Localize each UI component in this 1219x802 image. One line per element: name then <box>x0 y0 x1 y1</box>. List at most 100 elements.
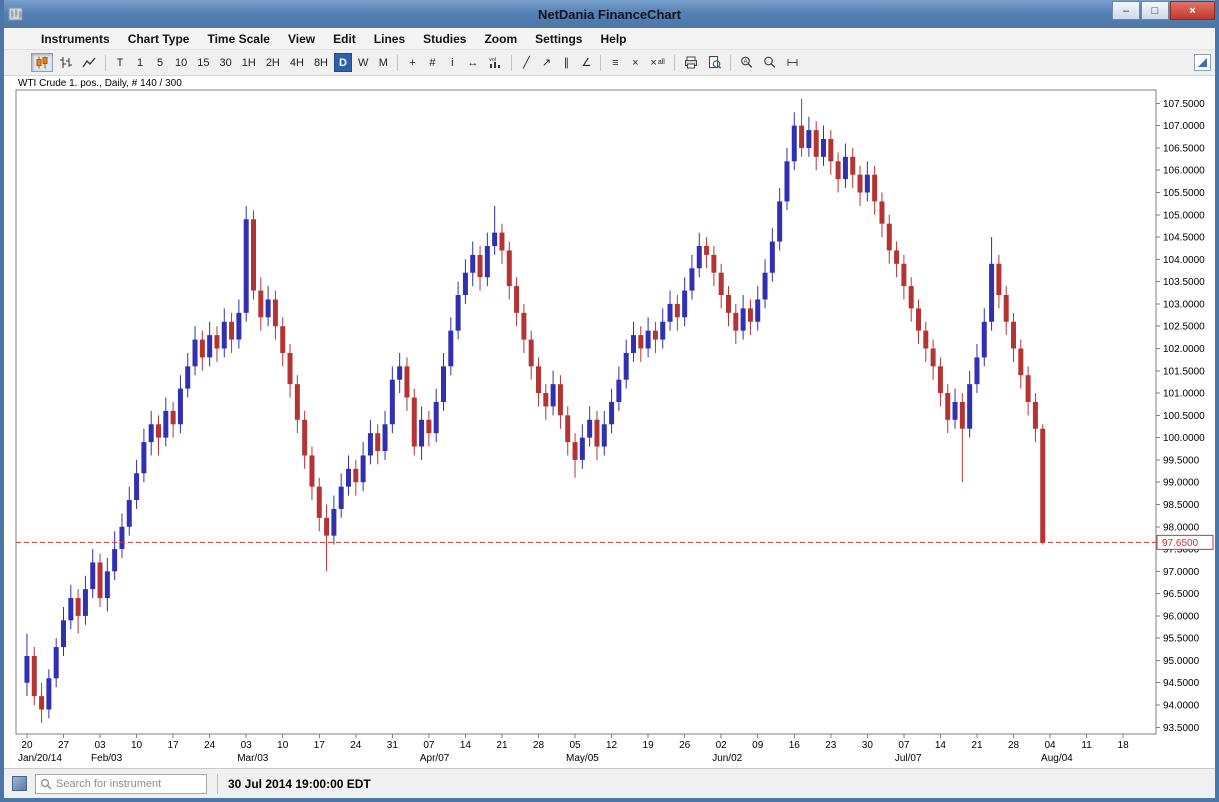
timescale-8hour-button[interactable]: 8H <box>310 53 332 72</box>
y-axis[interactable]: 107.5000107.0000106.5000106.0000105.5000… <box>1156 99 1205 734</box>
print-button[interactable] <box>680 53 702 72</box>
timescale-10min-button[interactable]: 10 <box>171 53 191 72</box>
candle <box>54 647 59 678</box>
candle <box>507 250 512 286</box>
y-axis-label: 96.0000 <box>1163 611 1200 622</box>
statusbar: 30 Jul 2014 19:00:00 EDT <box>4 768 1215 798</box>
channel-button[interactable]: ∥ <box>557 53 575 72</box>
info-button[interactable]: i <box>443 53 461 72</box>
menu-help[interactable]: Help <box>591 30 635 48</box>
candle <box>602 424 607 446</box>
menu-settings[interactable]: Settings <box>526 30 591 48</box>
volume-button[interactable]: vol <box>484 53 506 72</box>
printer-icon <box>684 56 698 69</box>
menu-time-scale[interactable]: Time Scale <box>198 30 278 48</box>
x-axis-label: 10 <box>277 740 289 751</box>
price-chart[interactable]: WTI Crude 1. pos., Daily, # 140 / 300107… <box>4 76 1215 768</box>
candle <box>565 415 570 442</box>
print-preview-button[interactable] <box>704 53 725 72</box>
menu-lines[interactable]: Lines <box>365 30 414 48</box>
delete-all-lines-button[interactable]: ×all <box>646 53 668 72</box>
panel-expand-button[interactable] <box>1194 54 1211 71</box>
instruments-panel-icon[interactable] <box>12 776 27 791</box>
candle <box>90 562 95 589</box>
menu-edit[interactable]: Edit <box>324 30 365 48</box>
x-axis-label: 14 <box>460 740 472 751</box>
menu-chart-type[interactable]: Chart Type <box>119 30 199 48</box>
expand-icon <box>1198 58 1207 67</box>
candle <box>419 420 424 447</box>
x-axis-label: 03 <box>241 740 253 751</box>
candle <box>244 219 249 313</box>
y-axis-label: 99.0000 <box>1163 478 1200 489</box>
app-window: NetDania FinanceChart – □ × InstrumentsC… <box>0 0 1219 802</box>
candle <box>141 442 146 473</box>
candlestick-chart-button[interactable] <box>31 53 53 72</box>
timescale-daily-button[interactable]: D <box>334 53 352 72</box>
close-button[interactable]: × <box>1170 1 1215 20</box>
candle <box>638 335 643 348</box>
chart-area[interactable]: WTI Crude 1. pos., Daily, # 140 / 300107… <box>4 76 1215 768</box>
x-axis-label: 24 <box>204 740 216 751</box>
candle <box>134 473 139 500</box>
x-axis-month-label: Jul/07 <box>895 753 922 764</box>
scroll-mode-button[interactable]: ↔ <box>463 53 482 72</box>
line-chart-button[interactable] <box>78 53 100 72</box>
timescale-monthly-button[interactable]: M <box>374 53 392 72</box>
menu-view[interactable]: View <box>279 30 324 48</box>
search-input[interactable] <box>56 778 202 790</box>
zoom-auto-button[interactable]: A <box>736 53 757 72</box>
titlebar[interactable]: NetDania FinanceChart – □ × <box>4 0 1215 28</box>
y-axis-label: 101.5000 <box>1163 366 1205 377</box>
candle <box>573 442 578 460</box>
grid-button[interactable]: # <box>423 53 441 72</box>
timescale-30min-button[interactable]: 30 <box>216 53 236 72</box>
timescale-2hour-button[interactable]: 2H <box>262 53 284 72</box>
toolbar-separator <box>600 55 601 71</box>
axis-scale-button[interactable] <box>782 53 803 72</box>
candle <box>412 398 417 447</box>
parallel-lines-button[interactable]: ≡ <box>606 53 624 72</box>
timescale-weekly-button[interactable]: W <box>354 53 372 72</box>
search-box[interactable] <box>35 774 207 794</box>
candle <box>777 201 782 241</box>
timescale-tick-button[interactable]: T <box>111 53 129 72</box>
candle <box>529 340 534 367</box>
maximize-button[interactable]: □ <box>1141 1 1169 20</box>
x-axis[interactable]: 2027031017240310172431071421280512192602… <box>18 734 1129 764</box>
timescale-1hour-button[interactable]: 1H <box>238 53 260 72</box>
timescale-4hour-button[interactable]: 4H <box>286 53 308 72</box>
crosshair-button[interactable]: + <box>403 53 421 72</box>
y-axis-label: 104.0000 <box>1163 255 1205 266</box>
timescale-15min-button[interactable]: 15 <box>193 53 213 72</box>
volume-icon: vol <box>488 56 502 69</box>
trendline-button[interactable]: ╱ <box>517 53 535 72</box>
x-axis-month-label: Apr/07 <box>420 753 450 764</box>
candle <box>375 433 380 451</box>
ray-line-button[interactable]: ↗ <box>537 53 555 72</box>
candlestick-icon <box>35 56 49 69</box>
x-axis-label: 10 <box>131 740 143 751</box>
candle <box>821 139 826 157</box>
menu-instruments[interactable]: Instruments <box>32 30 119 48</box>
candle <box>675 304 680 317</box>
y-axis-label: 94.0000 <box>1163 701 1200 712</box>
candle <box>46 678 51 709</box>
delete-line-button[interactable]: × <box>626 53 644 72</box>
ohlc-bar-chart-button[interactable] <box>55 53 76 72</box>
menu-studies[interactable]: Studies <box>414 30 475 48</box>
zoom-button[interactable] <box>759 53 780 72</box>
menubar: InstrumentsChart TypeTime ScaleViewEditL… <box>4 28 1215 50</box>
timescale-5min-button[interactable]: 5 <box>151 53 169 72</box>
minimize-button[interactable]: – <box>1112 1 1140 20</box>
menu-zoom[interactable]: Zoom <box>475 30 526 48</box>
candle <box>806 130 811 148</box>
candle <box>448 331 453 367</box>
candle <box>68 598 73 620</box>
candle <box>704 246 709 255</box>
candle <box>594 420 599 447</box>
y-axis-label: 93.5000 <box>1163 723 1200 734</box>
timescale-1min-button[interactable]: 1 <box>131 53 149 72</box>
y-axis-label: 105.0000 <box>1163 210 1205 221</box>
angle-line-button[interactable]: ∠ <box>577 53 595 72</box>
